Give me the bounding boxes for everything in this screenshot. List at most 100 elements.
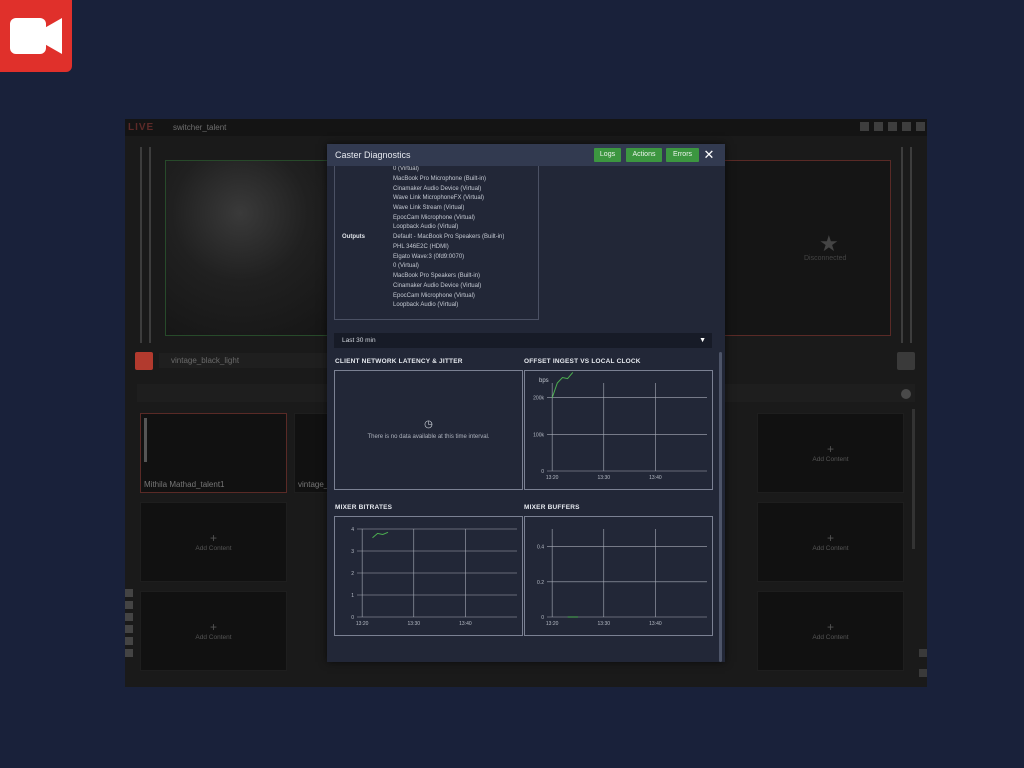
tile-label: Mithila Mathad_talent1 bbox=[144, 480, 225, 489]
latency-section-title: CLIENT NETWORK LATENCY & JITTER bbox=[335, 358, 463, 365]
program-stage[interactable]: ★ Disconnected bbox=[721, 160, 891, 336]
gift-icon[interactable] bbox=[874, 122, 883, 131]
modal-title: Caster Diagnostics bbox=[335, 150, 411, 160]
clock-icon: ◷ bbox=[424, 419, 433, 430]
y-tick-label: 4 bbox=[351, 527, 354, 533]
image-icon[interactable] bbox=[125, 601, 133, 609]
x-tick-label: 13:30 bbox=[408, 621, 421, 627]
y-tick-label: 2 bbox=[351, 571, 354, 577]
add-content-tile[interactable]: + Add Content bbox=[757, 413, 904, 493]
input-device: Wave Link MicrophoneFX (Virtual) bbox=[393, 195, 485, 201]
output-device: Elgato Wave:3 (0fd9:0070) bbox=[393, 254, 465, 260]
right-toolbar bbox=[919, 649, 927, 687]
video-camera-icon bbox=[10, 18, 62, 54]
y-tick-label: 200k bbox=[533, 396, 544, 402]
headphones-icon[interactable] bbox=[135, 352, 153, 370]
output-device: 0 (Virtual) bbox=[393, 263, 419, 269]
time-range-value: Last 30 min bbox=[342, 337, 376, 344]
preview-source-name[interactable]: vintage_black_light bbox=[159, 353, 329, 368]
message-icon[interactable] bbox=[888, 122, 897, 131]
grid-icon[interactable] bbox=[860, 122, 869, 131]
logs-button[interactable]: Logs bbox=[594, 148, 621, 162]
offset-chart: bps 0 100k 200k 13:20 13:30 13:40 bbox=[524, 370, 713, 490]
preview-stage[interactable] bbox=[165, 160, 332, 336]
errors-button[interactable]: Errors bbox=[666, 148, 699, 162]
input-device: 0 (Virtual) bbox=[393, 166, 419, 172]
x-tick-label: 13:40 bbox=[649, 621, 662, 627]
add-content-tile[interactable]: + Add Content bbox=[140, 591, 287, 671]
audio-meter-right bbox=[901, 147, 903, 343]
bitrates-section-title: MIXER BITRATES bbox=[335, 504, 393, 511]
heart-icon[interactable] bbox=[916, 122, 925, 131]
x-tick-label: 13:40 bbox=[649, 475, 662, 481]
latency-chart: ◷ There is no data available at this tim… bbox=[334, 370, 523, 490]
layout-icon[interactable] bbox=[125, 589, 133, 597]
output-device: Cinamaker Audio Device (Virtual) bbox=[393, 283, 482, 289]
tile-audio-bar bbox=[144, 418, 147, 462]
y-axis-label: bps bbox=[539, 378, 549, 384]
actions-button[interactable]: Actions bbox=[626, 148, 662, 162]
bitrates-chart: 0 1 2 3 4 13:20 13:30 13:40 bbox=[334, 516, 523, 636]
input-device: Loopback Audio (Virtual) bbox=[393, 224, 459, 230]
add-content-tile[interactable]: + Add Content bbox=[757, 502, 904, 582]
plus-icon: + bbox=[826, 620, 834, 634]
settings-icon[interactable] bbox=[901, 389, 911, 399]
y-tick-label: 0.4 bbox=[537, 545, 544, 551]
series-line bbox=[551, 372, 574, 398]
bitrates-chart-svg: 0 1 2 3 4 13:20 13:30 13:40 bbox=[351, 527, 517, 627]
x-tick-label: 13:20 bbox=[546, 621, 559, 627]
time-range-select[interactable]: Last 30 min ▼ bbox=[334, 333, 712, 348]
plus-icon: + bbox=[209, 620, 217, 634]
add-content-label: Add Content bbox=[812, 456, 849, 463]
x-tick-label: 13:30 bbox=[598, 621, 611, 627]
buffers-section-title: MIXER BUFFERS bbox=[524, 504, 580, 511]
y-tick-label: 0 bbox=[351, 615, 354, 621]
modal-header: Caster Diagnostics Logs Actions Errors ✕ bbox=[327, 144, 725, 166]
output-device: EpocCam Microphone (Virtual) bbox=[393, 293, 475, 299]
close-icon[interactable]: ✕ bbox=[702, 148, 716, 162]
app-title: switcher_talent bbox=[173, 123, 227, 132]
x-tick-label: 13:30 bbox=[598, 475, 611, 481]
add-content-tile[interactable]: + Add Content bbox=[140, 502, 287, 582]
collapse-icon[interactable] bbox=[919, 669, 927, 677]
file-icon[interactable] bbox=[125, 637, 133, 645]
audio-meter-left-2 bbox=[149, 147, 151, 343]
tile-label: vintage_ bbox=[298, 480, 329, 489]
grid-scrollbar[interactable] bbox=[912, 409, 915, 549]
y-tick-label: 0.2 bbox=[537, 580, 544, 586]
input-device: MacBook Pro Microphone (Built-in) bbox=[393, 176, 487, 182]
audio-icon[interactable] bbox=[125, 613, 133, 621]
modal-scrollbar[interactable] bbox=[719, 352, 722, 662]
audio-devices-panel: 0 (Virtual) MacBook Pro Microphone (Buil… bbox=[334, 166, 539, 320]
series-line bbox=[372, 531, 389, 539]
side-toolbar bbox=[125, 589, 135, 661]
add-content-label: Add Content bbox=[812, 545, 849, 552]
plus-icon: + bbox=[209, 531, 217, 545]
top-bar-icons bbox=[860, 122, 925, 131]
user-icon[interactable] bbox=[125, 625, 133, 633]
output-device: Default - MacBook Pro Speakers (Built-in… bbox=[393, 234, 505, 240]
expand-icon[interactable] bbox=[919, 649, 927, 657]
add-content-tile[interactable]: + Add Content bbox=[757, 591, 904, 671]
caster-diagnostics-modal: Caster Diagnostics Logs Actions Errors ✕… bbox=[327, 144, 725, 662]
audio-meter-left bbox=[140, 147, 142, 343]
plus-icon: + bbox=[826, 531, 834, 545]
source-tile-talent1[interactable]: Mithila Mathad_talent1 bbox=[140, 413, 287, 493]
battery-icon[interactable] bbox=[902, 122, 911, 131]
y-tick-label: 3 bbox=[351, 549, 354, 555]
x-tick-label: 13:20 bbox=[546, 475, 559, 481]
offset-section-title: OFFSET INGEST VS LOCAL CLOCK bbox=[524, 358, 641, 365]
gear-icon[interactable] bbox=[125, 649, 133, 657]
app-brand: LIVE bbox=[128, 122, 155, 133]
add-content-label: Add Content bbox=[812, 634, 849, 641]
chevron-down-icon: ▼ bbox=[699, 337, 706, 344]
program-status: Disconnected bbox=[804, 255, 847, 262]
app-logo bbox=[0, 0, 72, 72]
modal-body: 0 (Virtual) MacBook Pro Microphone (Buil… bbox=[327, 166, 725, 662]
audio-meter-right-2 bbox=[910, 147, 912, 343]
add-content-label: Add Content bbox=[195, 545, 232, 552]
y-tick-label: 0 bbox=[541, 615, 544, 621]
x-tick-label: 13:20 bbox=[356, 621, 369, 627]
headphones-icon-right[interactable] bbox=[897, 352, 915, 370]
y-tick-label: 1 bbox=[351, 593, 354, 599]
